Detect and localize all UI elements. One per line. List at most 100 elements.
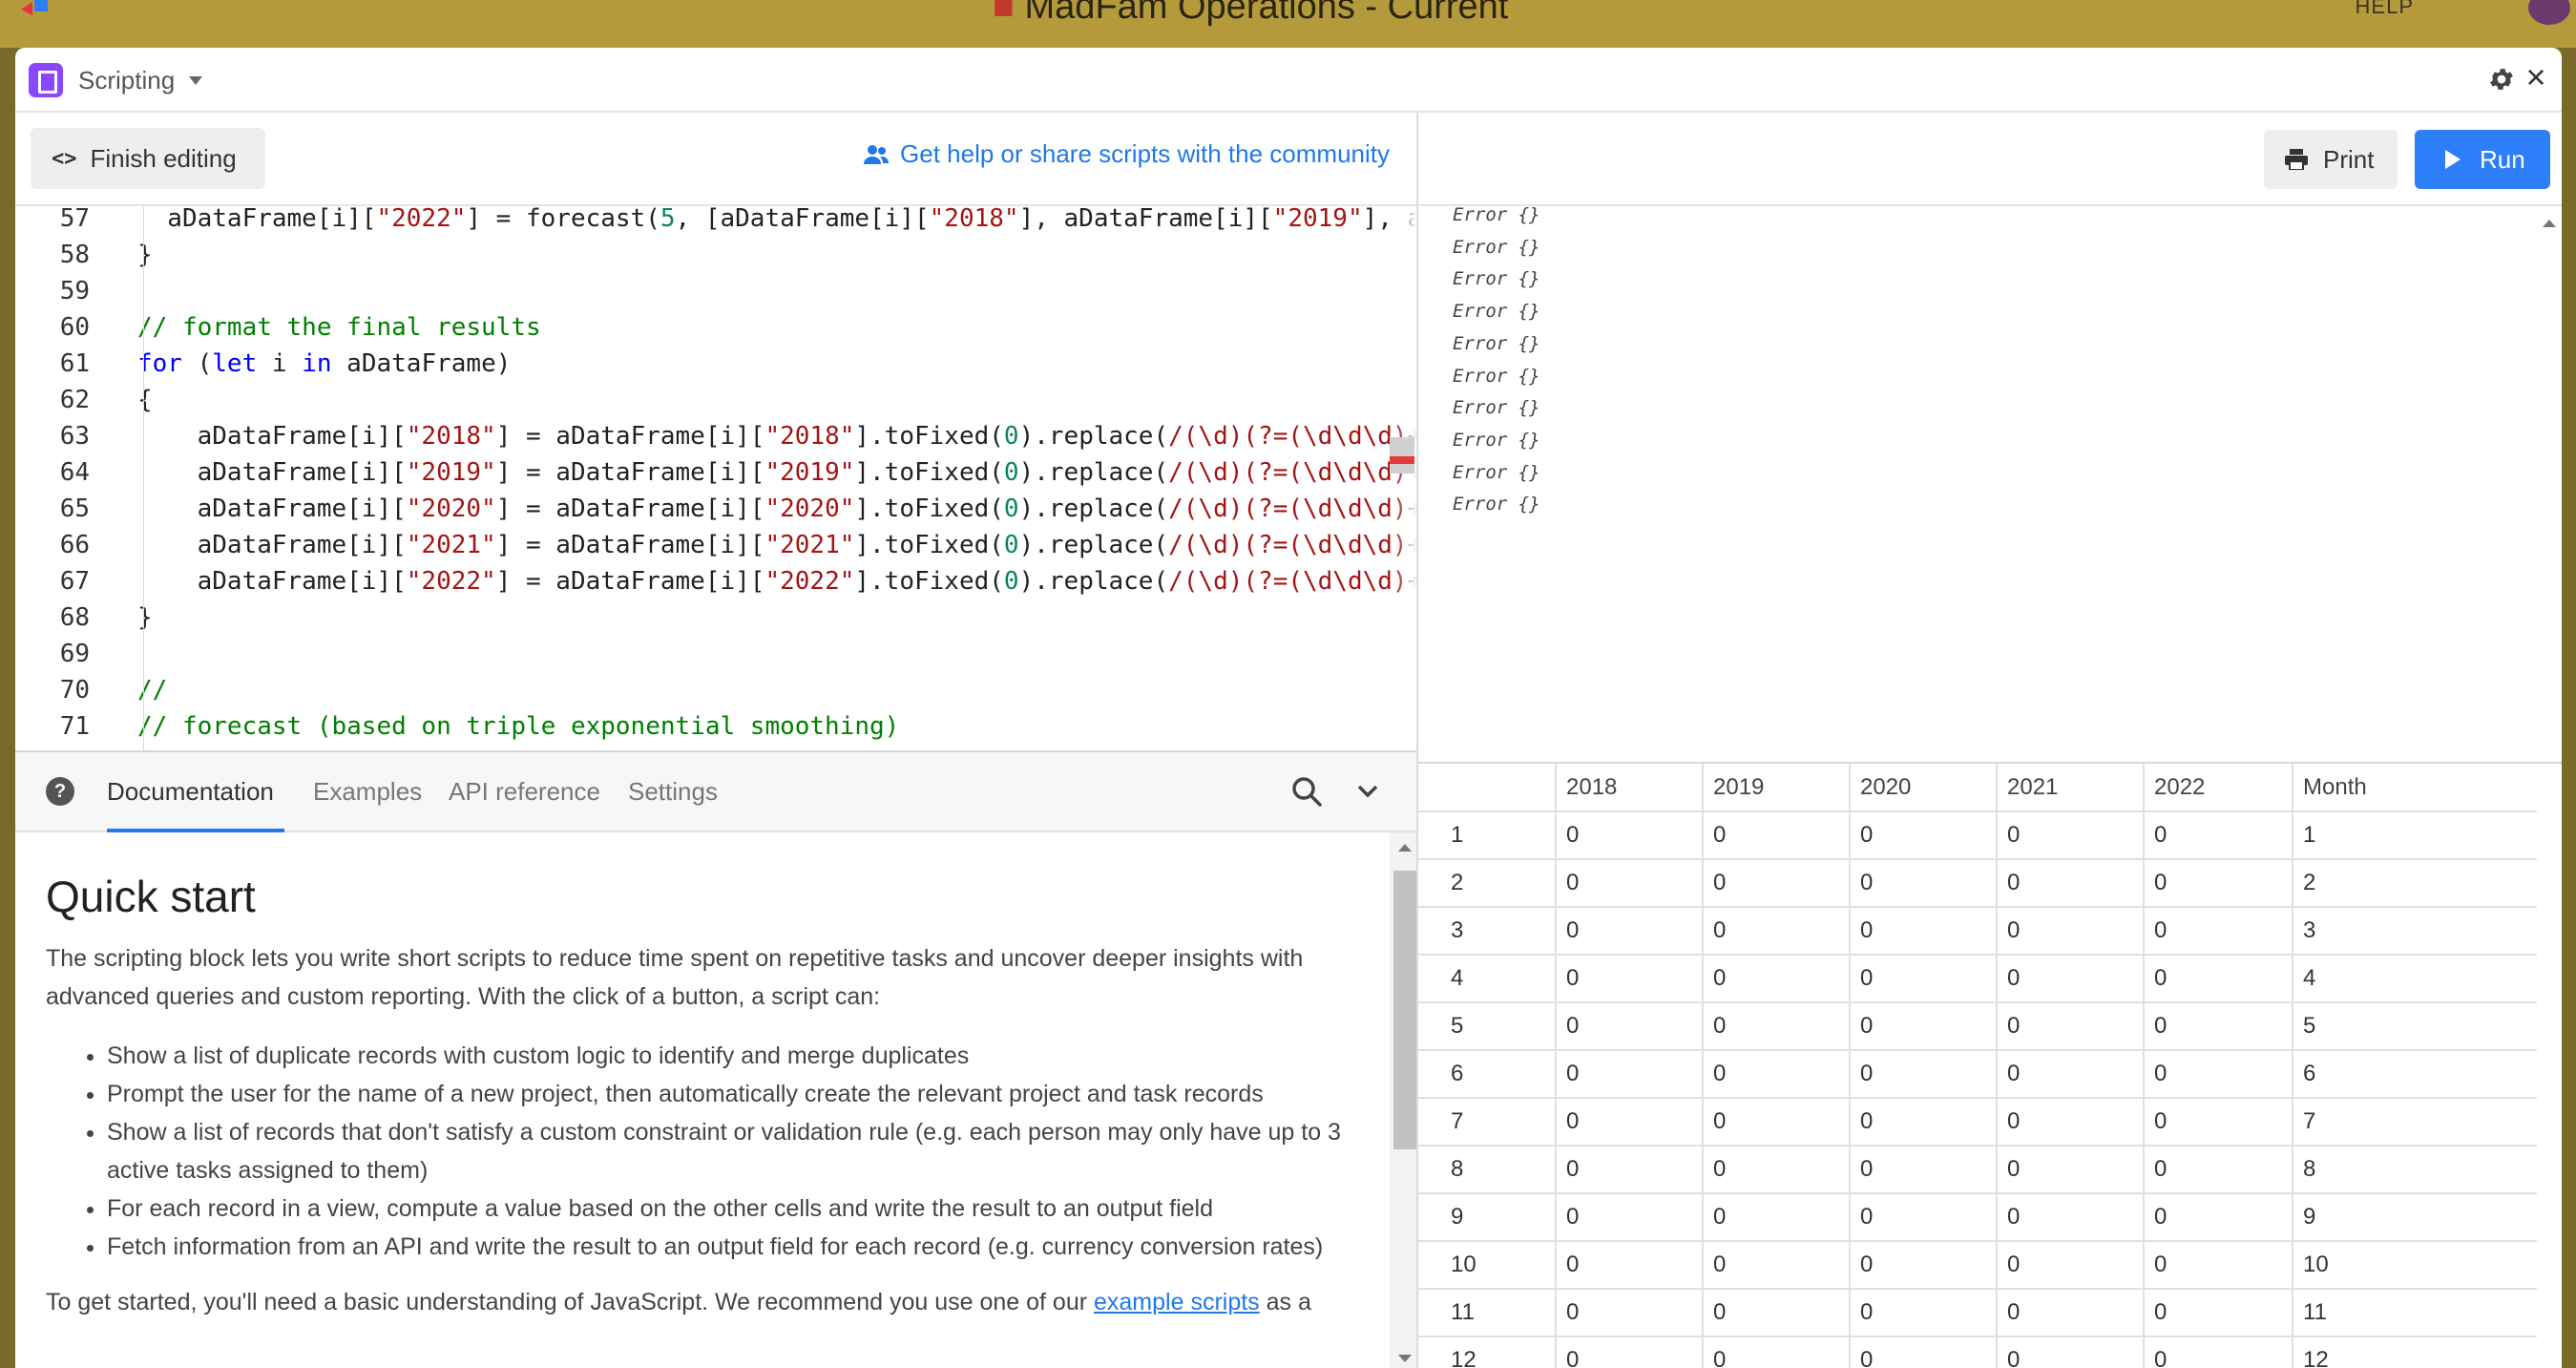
- table-cell: 0: [1556, 1289, 1704, 1337]
- chevron-down-icon[interactable]: [1355, 781, 1380, 800]
- code-line[interactable]: 59: [15, 273, 1416, 309]
- code-line[interactable]: 62 {: [15, 382, 1416, 418]
- code-line[interactable]: 64 aDataFrame[i]["2019"] = aDataFrame[i]…: [15, 454, 1416, 491]
- finish-editing-button[interactable]: <> Finish editing: [31, 128, 265, 189]
- console-scrollbar[interactable]: [2537, 206, 2562, 762]
- scroll-up-icon[interactable]: [2543, 220, 2556, 227]
- table-row: 6000006: [1418, 1050, 2537, 1099]
- table-cell: 8: [2293, 1146, 2537, 1194]
- table-cell: 0: [1556, 907, 1704, 956]
- table-cell: 0: [1703, 859, 1851, 908]
- docs-intro: The scripting block lets you write short…: [46, 945, 1304, 1010]
- line-number: 70: [59, 676, 90, 705]
- table-cell: 12: [2293, 1336, 2537, 1368]
- table-cell: 0: [1703, 1146, 1851, 1194]
- scroll-thumb[interactable]: [1393, 871, 1416, 1149]
- line-number: 71: [59, 712, 90, 741]
- table-cell: 0: [2144, 1193, 2293, 1242]
- truck-icon: ■: [993, 0, 1015, 27]
- code-line[interactable]: 71 // forecast (based on triple exponenti…: [15, 708, 1416, 745]
- table-row: 4000004: [1418, 955, 2537, 1003]
- gear-icon[interactable]: [2487, 65, 2516, 94]
- help-circle-icon[interactable]: ?: [46, 777, 74, 806]
- search-icon[interactable]: [1290, 775, 1323, 808]
- tab-documentation[interactable]: Documentation: [107, 777, 274, 807]
- table-cell: 0: [2144, 1098, 2293, 1147]
- code-editor[interactable]: 71 // forecast (based on triple exponenti…: [15, 206, 1416, 750]
- table-cell: 0: [1703, 1241, 1851, 1290]
- table-row: 11 0 0 0 0 0 11: [1418, 1289, 2537, 1337]
- table-cell: 0: [2144, 1289, 2293, 1337]
- code-line[interactable]: 57 aDataFrame[i]["2022"] = forecast(5, […: [15, 206, 1416, 237]
- code-line[interactable]: 67 aDataFrame[i]["2022"] = aDataFrame[i]…: [15, 563, 1416, 600]
- table-cell: 0: [1556, 1050, 1704, 1099]
- chevron-down-icon[interactable]: [189, 76, 202, 85]
- base-title[interactable]: ■ MadFam Operations - Current: [993, 0, 1508, 28]
- table-cell: 0: [1850, 907, 1998, 956]
- close-icon[interactable]: ×: [2520, 60, 2552, 95]
- table-cell: 12: [1418, 1336, 1557, 1368]
- run-button[interactable]: Run: [2415, 130, 2550, 189]
- code-line[interactable]: 65 aDataFrame[i]["2020"] = aDataFrame[i]…: [15, 491, 1416, 527]
- table-cell: 1: [2293, 811, 2537, 860]
- table-cell: 0: [1556, 1193, 1704, 1242]
- code-line[interactable]: 70 //: [15, 672, 1416, 708]
- table-cell: 0: [2144, 1050, 2293, 1099]
- table-cell: 8: [1418, 1146, 1557, 1194]
- line-number: 57: [59, 206, 90, 233]
- table-cell: 0: [1556, 1241, 1704, 1290]
- tab-examples[interactable]: Examples: [313, 777, 422, 807]
- example-scripts-link[interactable]: example scripts: [1094, 1289, 1260, 1315]
- table-cell: 0: [1556, 859, 1704, 908]
- code-line[interactable]: 61 for (let i in aDataFrame): [15, 346, 1416, 382]
- table-cell: 0: [1556, 1098, 1704, 1147]
- table-cell: 0: [1556, 1336, 1704, 1368]
- code-text: // forecast (based on triple exponential…: [137, 712, 900, 741]
- code-text: {: [137, 386, 153, 414]
- table-cell: 0: [1556, 1146, 1704, 1194]
- table-cell: 0: [1703, 1098, 1851, 1147]
- line-number: 64: [59, 458, 90, 487]
- table-cell: 10: [1418, 1241, 1557, 1290]
- scroll-up-icon[interactable]: [1398, 844, 1412, 852]
- code-text: aDataFrame[i]["2021"] = aDataFrame[i]["2…: [137, 531, 1416, 559]
- output-pane: Print Run Error {} Error {} Error {} Error …: [1418, 113, 2562, 1368]
- line-number: 58: [59, 241, 90, 269]
- code-line[interactable]: 68}: [15, 600, 1416, 636]
- code-line[interactable]: 58}: [15, 237, 1416, 273]
- code-line[interactable]: 60 // format the final results: [15, 309, 1416, 346]
- line-number: 69: [59, 640, 90, 668]
- list-item: Show a list of duplicate records with cu…: [107, 1037, 1363, 1075]
- list-item: Prompt the user for the name of a new pr…: [107, 1075, 1363, 1113]
- code-text: aDataFrame[i]["2022"] = forecast(5, [aDa…: [137, 206, 1416, 233]
- table-cell: 0: [1850, 1193, 1998, 1242]
- tab-api-reference[interactable]: API reference: [449, 777, 600, 807]
- code-line[interactable]: 66 aDataFrame[i]["2021"] = aDataFrame[i]…: [15, 527, 1416, 563]
- table-cell: 0: [1850, 955, 1998, 1003]
- table-cell: 0: [2144, 955, 2293, 1003]
- table-cell: 9: [2293, 1193, 2537, 1242]
- tab-settings[interactable]: Settings: [628, 777, 718, 807]
- table-cell: 3: [1418, 907, 1557, 956]
- community-link[interactable]: Get help or share scripts with the commu…: [864, 139, 1390, 169]
- print-button[interactable]: Print: [2264, 130, 2398, 189]
- docs-panel: ? Documentation Examples API reference S…: [15, 750, 1416, 1368]
- table-cell: 0: [1556, 1002, 1704, 1051]
- help-link[interactable]: HELP: [2356, 0, 2414, 19]
- docs-scrollbar[interactable]: [1390, 832, 1416, 1368]
- airtable-logo-icon: [21, 0, 48, 15]
- table-cell: 0: [1997, 1002, 2145, 1051]
- scroll-down-icon[interactable]: [1398, 1355, 1412, 1362]
- table-cell: 0: [1850, 1098, 1998, 1147]
- console-error-line: Error {}: [1453, 236, 1540, 258]
- line-number: 65: [59, 495, 90, 523]
- app-header: ■ MadFam Operations - Current HELP: [0, 0, 2576, 48]
- column-header: 2019: [1703, 764, 1851, 812]
- code-line[interactable]: 69: [15, 636, 1416, 672]
- table-cell: 0: [1850, 859, 1998, 908]
- code-line[interactable]: 63 aDataFrame[i]["2018"] = aDataFrame[i]…: [15, 418, 1416, 454]
- modal-title[interactable]: Scripting: [78, 66, 175, 95]
- code-text: }: [137, 603, 153, 632]
- table-cell: 0: [2144, 1002, 2293, 1051]
- avatar[interactable]: [2528, 0, 2570, 25]
